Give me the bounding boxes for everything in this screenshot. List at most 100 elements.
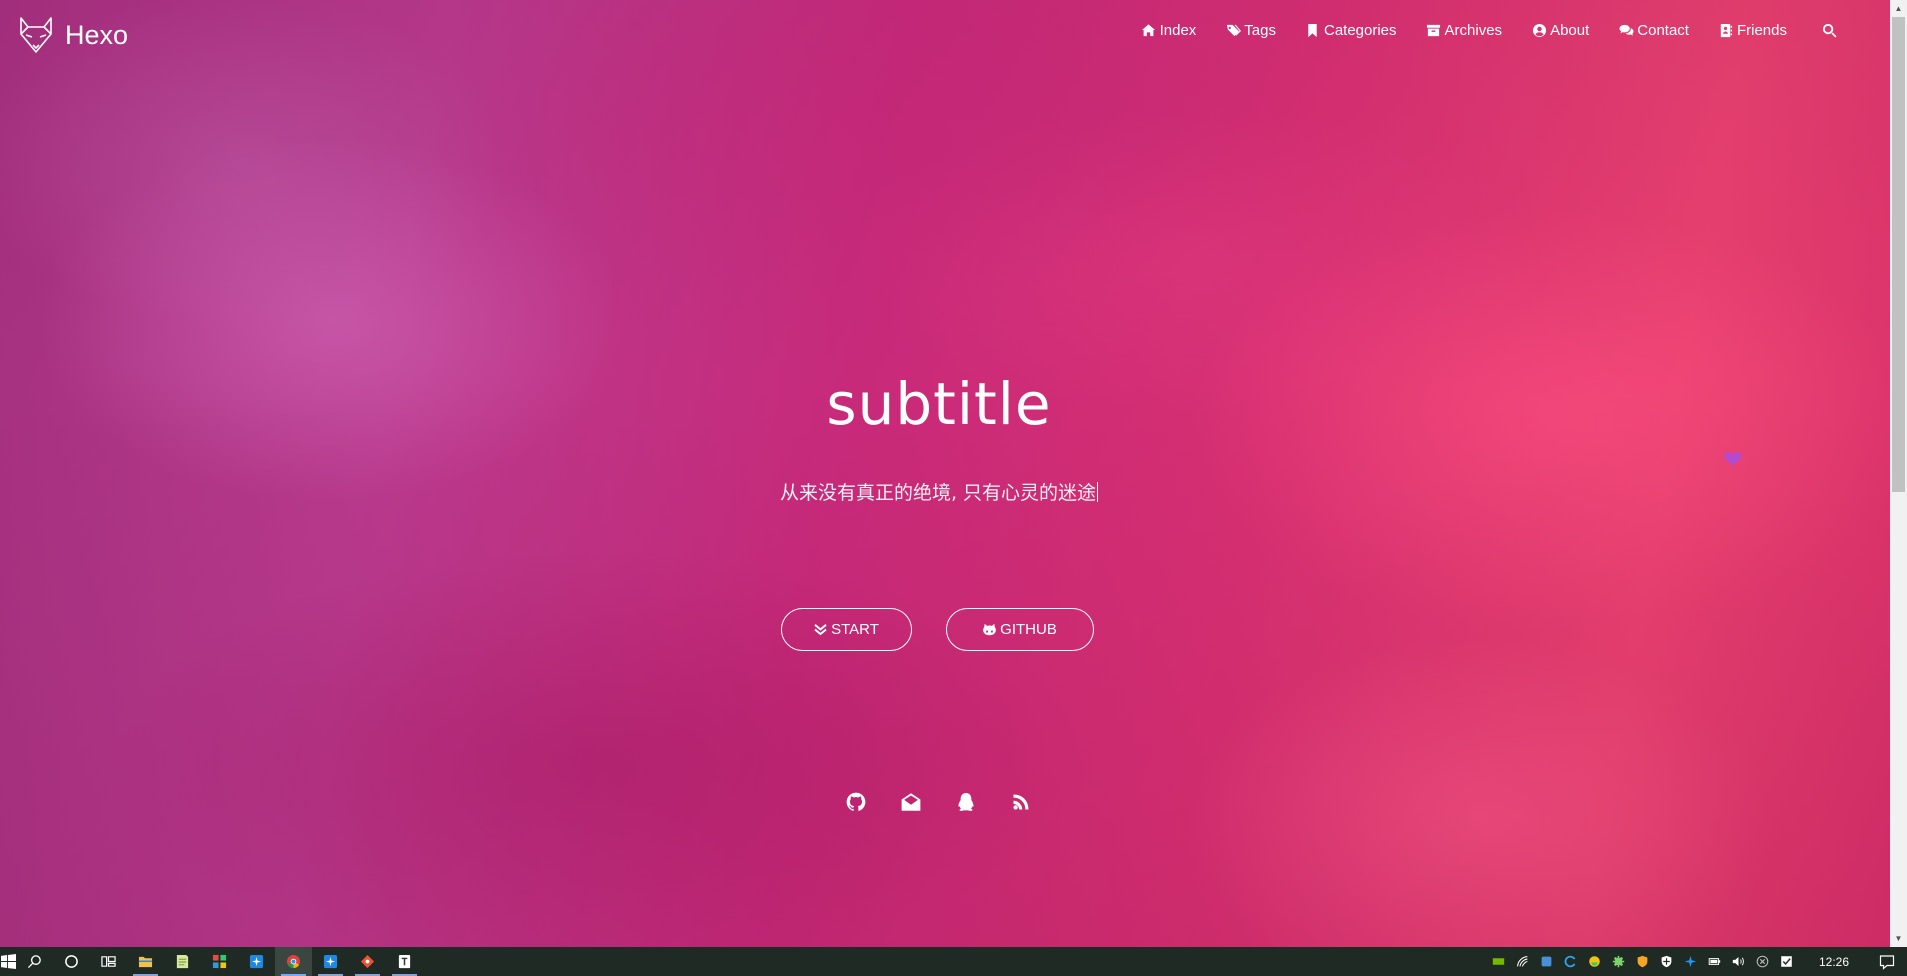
windows-start-icon <box>0 954 16 969</box>
social-github[interactable] <box>845 791 867 813</box>
taskbar-search[interactable] <box>16 947 53 976</box>
shield-icon <box>1638 955 1648 968</box>
smile-icon <box>1589 956 1601 967</box>
rss-icon <box>1013 794 1029 810</box>
taskbar-cortana[interactable] <box>53 947 90 976</box>
page-scrollbar[interactable]: ▲ ▼ <box>1890 0 1907 947</box>
typed-text: 从来没有真正的绝境, 只有心灵的迷途 <box>779 482 1097 504</box>
notification-icon <box>1879 954 1895 970</box>
tray-network[interactable] <box>1511 947 1535 976</box>
nav-item-contact[interactable]: Contact <box>1618 22 1689 39</box>
tray-nvidia[interactable] <box>1487 947 1511 976</box>
taskbar-typora[interactable] <box>386 947 423 976</box>
nav-item-label: Categories <box>1323 22 1397 39</box>
address-book-icon <box>1718 23 1734 39</box>
angle-double-down-icon <box>814 623 827 636</box>
qq-icon <box>958 793 974 811</box>
github-button-label: GITHUB <box>1000 621 1057 638</box>
social-rss[interactable] <box>1010 791 1032 813</box>
hero-buttons: START GITHUB <box>781 608 1094 651</box>
tray-app[interactable] <box>1535 947 1559 976</box>
close-circle-icon <box>1757 955 1769 968</box>
taskbar-apps <box>0 947 423 976</box>
github-icon <box>846 792 866 811</box>
cortana-icon <box>65 955 78 968</box>
tray-edge[interactable] <box>1559 947 1583 976</box>
search-button[interactable] <box>1821 23 1840 39</box>
github-button[interactable]: GITHUB <box>946 608 1094 651</box>
fox-logo-icon <box>20 17 52 53</box>
start-button[interactable] <box>0 947 16 976</box>
site-logo[interactable]: Hexo <box>18 16 128 54</box>
tray-checkbox[interactable] <box>1775 947 1799 976</box>
nav-item-about[interactable]: About <box>1531 22 1589 39</box>
user-circle-icon <box>1531 23 1547 39</box>
hero-title: subtitle <box>826 370 1052 438</box>
nvidia-icon <box>1493 958 1505 965</box>
nav-item-archives[interactable]: Archives <box>1426 22 1502 39</box>
app-icon <box>1542 956 1552 967</box>
nav-item-label: Tags <box>1244 22 1276 39</box>
taskbar-clock[interactable]: 12:26 <box>1819 955 1849 969</box>
taskbar-git[interactable] <box>349 947 386 976</box>
tray-shield[interactable] <box>1631 947 1655 976</box>
tray-battery[interactable] <box>1703 947 1727 976</box>
hero-subtitle: 从来没有真正的绝境, 只有心灵的迷途 <box>0 478 1878 505</box>
nav-item-categories[interactable]: Categories <box>1305 22 1397 39</box>
navbar: Hexo Index Tags Categories Archives Abou… <box>0 0 1890 66</box>
windows-taskbar: 12:26 <box>0 947 1907 976</box>
task-view-icon <box>101 956 116 967</box>
taskbar-snipaste[interactable] <box>238 947 275 976</box>
nav-item-label: Contact <box>1637 22 1689 39</box>
taskbar-app[interactable] <box>201 947 238 976</box>
edge-icon <box>1565 955 1576 968</box>
tray-defender[interactable] <box>1655 947 1679 976</box>
gear-icon <box>1613 955 1625 968</box>
tray-snipaste[interactable] <box>1679 947 1703 976</box>
defender-icon <box>1662 955 1672 968</box>
site-title: Hexo <box>65 19 129 50</box>
nav-item-friends[interactable]: Friends <box>1718 22 1787 39</box>
nav-item-label: Index <box>1159 22 1197 39</box>
nav-item-index[interactable]: Index <box>1141 22 1197 39</box>
snipaste-icon <box>249 954 264 969</box>
tray-close-circle[interactable] <box>1751 947 1775 976</box>
social-qq[interactable] <box>955 791 977 813</box>
taskbar-file-explorer[interactable] <box>127 947 164 976</box>
scroll-up-arrow-icon[interactable]: ▲ <box>1890 0 1907 17</box>
taskbar-chrome[interactable] <box>275 947 312 976</box>
nav-item-label: About <box>1550 22 1590 39</box>
taskbar-snipaste-2[interactable] <box>312 947 349 976</box>
tray-smile[interactable] <box>1583 947 1607 976</box>
bookmark-icon <box>1305 23 1321 39</box>
search-icon <box>27 955 41 969</box>
nav-menu: Index Tags Categories Archives About Con… <box>1112 22 1840 39</box>
battery-icon <box>1709 958 1721 965</box>
volume-icon <box>1733 957 1745 966</box>
file-explorer-icon <box>138 956 153 968</box>
snipaste-icon <box>323 954 338 969</box>
taskbar-task-view[interactable] <box>90 947 127 976</box>
tray-volume[interactable] <box>1727 947 1751 976</box>
scroll-down-arrow-icon[interactable]: ▼ <box>1890 930 1907 947</box>
social-email[interactable] <box>900 791 922 813</box>
network-icon <box>1517 956 1528 967</box>
chrome-icon <box>286 954 301 969</box>
checkbox-icon <box>1781 956 1793 967</box>
social-links <box>845 791 1065 813</box>
tray-gear[interactable] <box>1607 947 1631 976</box>
start-button[interactable]: START <box>781 608 912 651</box>
app-grid-icon <box>212 954 227 969</box>
comments-icon <box>1618 23 1634 39</box>
heart-icon <box>1724 451 1742 467</box>
nav-item-tags[interactable]: Tags <box>1225 22 1276 39</box>
notepad-icon <box>176 954 189 969</box>
action-center-button[interactable] <box>1867 947 1907 976</box>
git-icon <box>360 954 375 969</box>
envelope-open-icon <box>901 793 921 811</box>
home-icon <box>1141 23 1157 39</box>
scrollbar-thumb[interactable] <box>1892 17 1905 492</box>
page: Hexo Index Tags Categories Archives Abou… <box>0 0 1907 976</box>
github-alt-icon <box>983 623 996 636</box>
taskbar-notepad[interactable] <box>164 947 201 976</box>
